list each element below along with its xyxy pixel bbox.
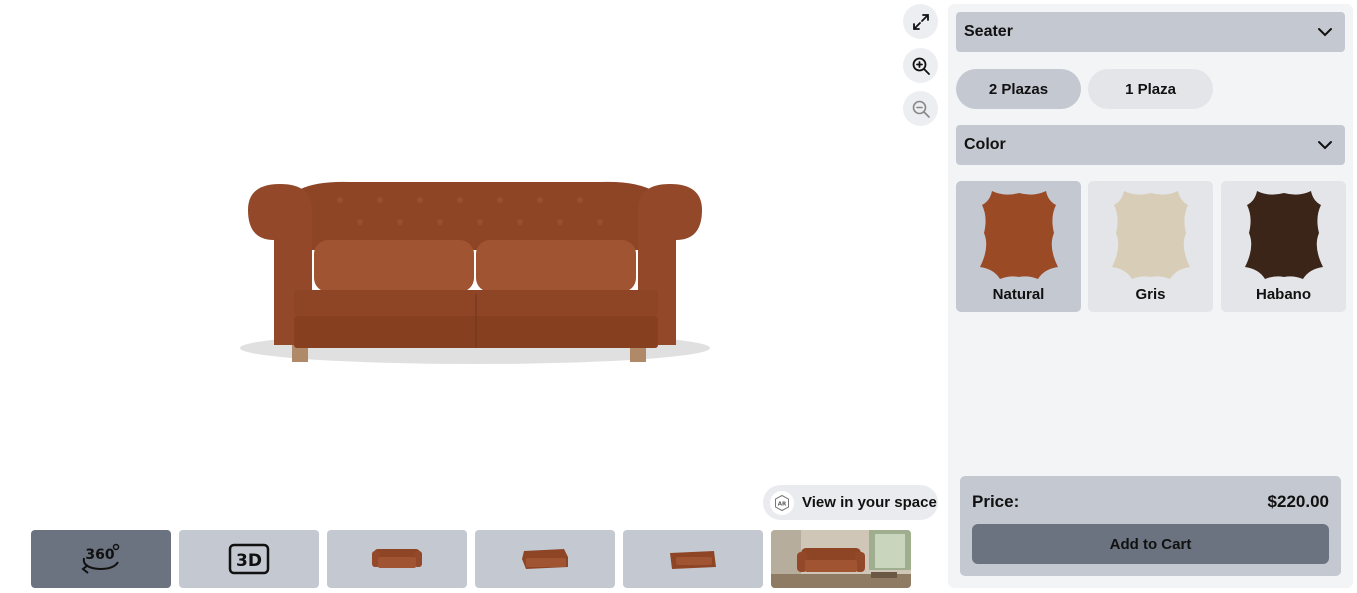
swatch-label: Gris xyxy=(1135,286,1166,303)
svg-text:3D: 3D xyxy=(236,551,262,571)
ar-cube-icon: AR xyxy=(770,490,794,515)
product-viewer[interactable]: AR View in your space 360 3D xyxy=(0,0,948,593)
sofa-angle-thumbnail xyxy=(522,549,568,569)
thumbnail-room-photo[interactable] xyxy=(771,530,911,588)
add-to-cart-label: Add to Cart xyxy=(1109,535,1192,553)
seater-option-2-plazas[interactable]: 2 Plazas xyxy=(956,69,1081,109)
leather-hide-icon xyxy=(979,191,1058,279)
swatch-label: Habano xyxy=(1255,286,1311,303)
seater-option-label: 1 Plaza xyxy=(1125,80,1176,98)
add-to-cart-button[interactable]: Add to Cart xyxy=(972,524,1329,564)
configurator-panel: Seater 2 Plazas 1 Plaza Color Natural Gr… xyxy=(948,4,1353,588)
thumbnail-front-view[interactable] xyxy=(327,530,467,588)
fullscreen-icon xyxy=(912,13,929,30)
zoom-in-icon xyxy=(912,57,930,75)
color-label: Color xyxy=(964,136,1006,153)
color-dropdown[interactable]: Color xyxy=(956,125,1345,165)
price-label: Price: xyxy=(972,492,1020,511)
leather-hide-icon xyxy=(1111,191,1190,279)
view-in-your-space-button[interactable]: AR View in your space xyxy=(763,485,938,520)
sofa-image xyxy=(240,181,710,364)
sofa-3d-model[interactable] xyxy=(230,170,720,400)
color-swatch-habano[interactable]: Habano xyxy=(1221,181,1346,312)
svg-text:360: 360 xyxy=(85,547,114,563)
svg-text:AR: AR xyxy=(778,501,787,507)
seater-option-label: 2 Plazas xyxy=(988,80,1049,98)
zoom-out-icon xyxy=(912,100,930,118)
sofa-front-thumbnail xyxy=(372,549,422,568)
chevron-down-icon xyxy=(1318,28,1332,37)
seater-dropdown[interactable]: Seater xyxy=(956,12,1345,52)
thumbnail-angle-view[interactable] xyxy=(475,530,615,588)
rotate-360-icon: 360 xyxy=(81,543,120,574)
thumbnail-side-view[interactable] xyxy=(623,530,763,588)
room-photo-thumbnail xyxy=(771,530,911,588)
sofa-side-thumbnail xyxy=(670,551,716,569)
swatch-label: Natural xyxy=(992,286,1045,303)
color-swatch-gris[interactable]: Gris xyxy=(1088,181,1213,312)
color-swatch-natural[interactable]: Natural xyxy=(956,181,1081,312)
zoom-out-button[interactable] xyxy=(903,91,938,126)
thumbnail-3d[interactable]: 3D xyxy=(179,530,319,588)
fullscreen-button[interactable] xyxy=(903,4,938,39)
3d-icon: 3D xyxy=(228,543,270,575)
price-value: $220.00 xyxy=(1267,492,1329,511)
price-row: Price: $220.00 xyxy=(972,492,1329,512)
ar-button-label: View in your space xyxy=(802,494,937,511)
leather-hide-icon xyxy=(1244,191,1323,279)
zoom-in-button[interactable] xyxy=(903,48,938,83)
seater-label: Seater xyxy=(964,23,1013,40)
thumbnail-360[interactable]: 360 xyxy=(31,530,171,588)
chevron-down-icon xyxy=(1318,141,1332,150)
seater-option-1-plaza[interactable]: 1 Plaza xyxy=(1088,69,1213,109)
price-box: Price: $220.00 Add to Cart xyxy=(960,476,1341,576)
